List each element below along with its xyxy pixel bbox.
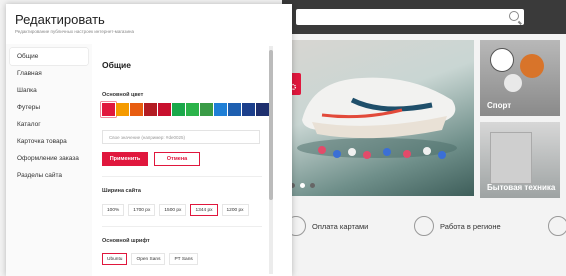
sidebar-item-general[interactable]: Общие [10, 48, 88, 65]
color-swatch[interactable] [172, 103, 185, 116]
color-swatch[interactable] [242, 103, 255, 116]
service-icon [548, 216, 566, 236]
main-font-options: Ubuntu Open Sans PT Sans [102, 253, 198, 265]
font-option[interactable]: Open Sans [131, 253, 166, 265]
hero-dot[interactable] [310, 183, 315, 188]
cancel-button[interactable]: Отмена [154, 152, 200, 166]
panel-subtitle: Редактирование публичных настроек интерн… [15, 29, 134, 34]
apply-button[interactable]: Применить [102, 152, 148, 166]
site-width-options: 100% 1700 px 1500 px 1344 px 1200 px [102, 204, 249, 216]
category-card-sport[interactable]: Спорт [480, 40, 560, 116]
panel-scrollbar[interactable] [269, 46, 273, 274]
edit-panel: Редактировать Редактирование публичных н… [6, 4, 292, 276]
hero-dot[interactable] [300, 183, 305, 188]
sidebar-item-site-sections[interactable]: Разделы сайта [6, 167, 92, 184]
color-swatch[interactable] [214, 103, 227, 116]
service-card-more[interactable] [548, 216, 566, 236]
main-color-label: Основной цвет [102, 92, 144, 98]
site-width-option[interactable]: 1200 px [221, 204, 249, 216]
custom-color-input[interactable]: Свое значение (например: #de0025) [102, 130, 260, 144]
site-width-option[interactable]: 100% [102, 204, 125, 216]
color-swatch[interactable] [256, 103, 269, 116]
color-swatches [101, 102, 269, 117]
search-icon[interactable] [509, 11, 519, 21]
hero-pagination[interactable] [290, 183, 315, 188]
color-swatch[interactable] [158, 103, 171, 116]
sidebar-item-checkout[interactable]: Оформление заказа [6, 150, 92, 167]
volleyball-image [504, 74, 522, 92]
color-swatch[interactable] [144, 103, 157, 116]
category-card-appliances[interactable]: Бытовая техника [480, 122, 560, 198]
service-card-payment[interactable]: Оплата картами [286, 216, 368, 236]
sidebar-item-footers[interactable]: Футеры [6, 99, 92, 116]
site-width-label: Ширина сайта [102, 188, 141, 194]
services-row: Оплата картами Работа в регионе [282, 206, 566, 252]
hero-banner[interactable] [282, 40, 474, 196]
scrollbar-thumb[interactable] [269, 50, 273, 200]
color-swatch[interactable] [101, 102, 116, 117]
font-option[interactable]: PT Sans [169, 253, 198, 265]
color-swatch[interactable] [116, 103, 129, 116]
main-font-label: Основной шрифт [102, 238, 150, 244]
sidebar-item-home[interactable]: Главная [6, 65, 92, 82]
section-heading: Общие [102, 60, 131, 70]
sidebar-item-product-card[interactable]: Карточка товара [6, 133, 92, 150]
divider [102, 226, 262, 227]
category-card-label: Бытовая техника [487, 183, 556, 192]
color-swatch[interactable] [200, 103, 213, 116]
site-width-option[interactable]: 1500 px [159, 204, 187, 216]
color-swatch[interactable] [228, 103, 241, 116]
fridge-image [490, 132, 532, 184]
panel-title: Редактировать [15, 12, 105, 27]
location-icon [414, 216, 434, 236]
site-width-option[interactable]: 1700 px [128, 204, 156, 216]
color-swatch[interactable] [130, 103, 143, 116]
service-card-region[interactable]: Работа в регионе [414, 216, 501, 236]
search-input[interactable] [296, 9, 524, 25]
font-option[interactable]: Ubuntu [102, 253, 128, 265]
site-width-option[interactable]: 1344 px [190, 204, 218, 216]
soccer-ball-image [490, 48, 514, 72]
service-label: Оплата картами [312, 221, 369, 231]
basketball-image [520, 54, 544, 78]
color-swatch[interactable] [186, 103, 199, 116]
category-card-label: Спорт [487, 101, 512, 110]
sneaker-image [297, 77, 457, 159]
divider [102, 176, 262, 177]
settings-content: Общие Основной цвет Свое значение (напри… [92, 44, 278, 276]
settings-sidebar: Общие Главная Шапка Футеры Каталог Карто… [6, 44, 92, 276]
sidebar-item-catalog[interactable]: Каталог [6, 116, 92, 133]
service-label: Работа в регионе [440, 221, 501, 231]
sidebar-item-header[interactable]: Шапка [6, 82, 92, 99]
